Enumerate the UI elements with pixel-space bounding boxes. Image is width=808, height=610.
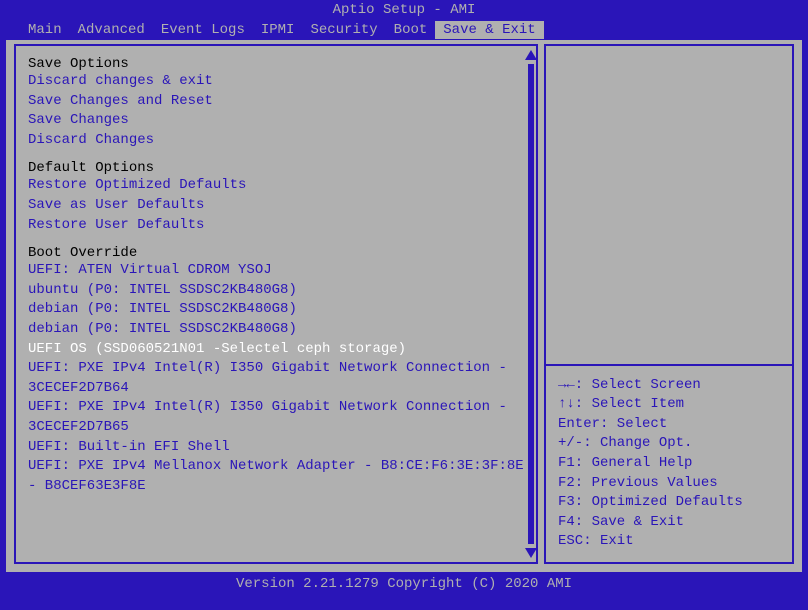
scrollbar[interactable]: [526, 46, 536, 562]
menu-advanced[interactable]: Advanced: [70, 21, 153, 39]
help-f2: F2: Previous Values: [558, 474, 780, 494]
opt-restore-user-defaults[interactable]: Restore User Defaults: [28, 216, 524, 236]
help-f4: F4: Save & Exit: [558, 513, 780, 533]
boot-debian-1[interactable]: debian (P0: INTEL SSDSC2KB480G8): [28, 300, 524, 320]
opt-discard-changes[interactable]: Discard Changes: [28, 131, 524, 151]
boot-override-header: Boot Override: [28, 245, 524, 261]
scroll-down-icon[interactable]: [525, 548, 537, 558]
footer-bar: Version 2.21.1279 Copyright (C) 2020 AMI: [0, 572, 808, 604]
opt-discard-exit[interactable]: Discard changes & exit: [28, 72, 524, 92]
scroll-up-icon[interactable]: [525, 50, 537, 60]
boot-efi-shell[interactable]: UEFI: Built-in EFI Shell: [28, 438, 524, 458]
menu-security[interactable]: Security: [302, 21, 385, 39]
help-esc: ESC: Exit: [558, 532, 780, 552]
help-enter: Enter: Select: [558, 415, 780, 435]
scroll-thumb[interactable]: [528, 64, 534, 544]
help-f3: F3: Optimized Defaults: [558, 493, 780, 513]
help-select-screen: →←: Select Screen: [558, 376, 780, 396]
title-bar: Aptio Setup - AMI: [0, 0, 808, 20]
menu-save-exit[interactable]: Save & Exit: [435, 21, 543, 39]
menu-main[interactable]: Main: [20, 21, 70, 39]
help-select-item: ↑↓: Select Item: [558, 395, 780, 415]
opt-restore-optimized[interactable]: Restore Optimized Defaults: [28, 176, 524, 196]
menu-ipmi[interactable]: IPMI: [253, 21, 303, 39]
bios-screen: Aptio Setup - AMI Main Advanced Event Lo…: [0, 0, 808, 610]
opt-save-reset[interactable]: Save Changes and Reset: [28, 92, 524, 112]
help-keys: →←: Select Screen ↑↓: Select Item Enter:…: [558, 366, 780, 552]
right-panel: →←: Select Screen ↑↓: Select Item Enter:…: [544, 44, 794, 564]
boot-debian-2[interactable]: debian (P0: INTEL SSDSC2KB480G8): [28, 320, 524, 340]
opt-save-changes[interactable]: Save Changes: [28, 111, 524, 131]
boot-uefi-os-selected[interactable]: UEFI OS (SSD060521N01 -Selectel ceph sto…: [28, 340, 524, 360]
help-top-empty: [558, 56, 780, 364]
menu-event-logs[interactable]: Event Logs: [153, 21, 253, 39]
boot-pxe-mellanox[interactable]: UEFI: PXE IPv4 Mellanox Network Adapter …: [28, 457, 524, 496]
boot-aten-cdrom[interactable]: UEFI: ATEN Virtual CDROM YSOJ: [28, 261, 524, 281]
left-panel: Save Options Discard changes & exit Save…: [14, 44, 538, 564]
menu-boot[interactable]: Boot: [386, 21, 436, 39]
opt-save-user-defaults[interactable]: Save as User Defaults: [28, 196, 524, 216]
body-area: Save Options Discard changes & exit Save…: [6, 40, 802, 572]
help-f1: F1: General Help: [558, 454, 780, 474]
default-options-header: Default Options: [28, 160, 524, 176]
boot-pxe-i350-2[interactable]: UEFI: PXE IPv4 Intel(R) I350 Gigabit Net…: [28, 398, 524, 437]
menu-bar: Main Advanced Event Logs IPMI Security B…: [0, 20, 808, 40]
boot-ubuntu[interactable]: ubuntu (P0: INTEL SSDSC2KB480G8): [28, 281, 524, 301]
save-options-header: Save Options: [28, 56, 524, 72]
help-change-opt: +/-: Change Opt.: [558, 434, 780, 454]
boot-pxe-i350-1[interactable]: UEFI: PXE IPv4 Intel(R) I350 Gigabit Net…: [28, 359, 524, 398]
